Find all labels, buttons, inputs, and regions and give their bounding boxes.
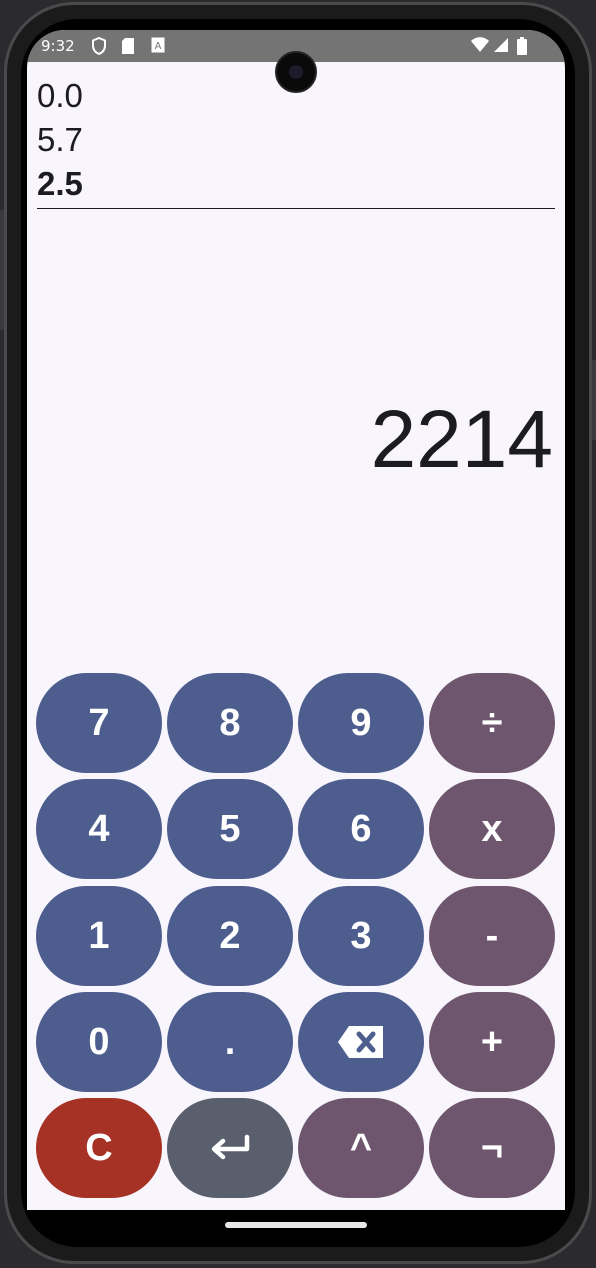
key-4[interactable]: 4 xyxy=(36,779,162,879)
signal-icon xyxy=(493,37,509,57)
key-2[interactable]: 2 xyxy=(167,886,293,986)
key-3[interactable]: 3 xyxy=(298,886,424,986)
key-1[interactable]: 1 xyxy=(36,886,162,986)
svg-text:A: A xyxy=(155,41,162,52)
shield-icon xyxy=(91,36,107,59)
divider xyxy=(37,208,555,209)
key-power[interactable]: ^ xyxy=(298,1098,424,1198)
key-0[interactable]: 0 xyxy=(36,992,162,1092)
key-decimal[interactable]: . xyxy=(167,992,293,1092)
key-6[interactable]: 6 xyxy=(298,779,424,879)
home-indicator[interactable] xyxy=(225,1222,367,1228)
key-clear[interactable]: C xyxy=(36,1098,162,1198)
app-screen: 9:32 A 0.0 5.7 2.5 2214 7 8 9 ÷ 4 5 6 x … xyxy=(27,30,565,1210)
sd-card-icon xyxy=(121,37,135,59)
history-line: 0.0 xyxy=(37,77,83,114)
status-time: 9:32 xyxy=(41,37,75,55)
result-display: 2214 xyxy=(370,394,553,485)
wifi-icon xyxy=(471,37,489,57)
key-subtract[interactable]: - xyxy=(429,886,555,986)
key-5[interactable]: 5 xyxy=(167,779,293,879)
key-7[interactable]: 7 xyxy=(36,673,162,773)
keyboard-a-icon: A xyxy=(151,37,165,57)
calculation-history: 0.0 5.7 2.5 xyxy=(37,74,557,206)
key-enter[interactable] xyxy=(167,1098,293,1198)
battery-icon xyxy=(517,37,527,59)
volume-button xyxy=(0,210,4,330)
key-9[interactable]: 9 xyxy=(298,673,424,773)
enter-icon xyxy=(211,1134,250,1160)
key-8[interactable]: 8 xyxy=(167,673,293,773)
power-button xyxy=(592,360,596,440)
key-multiply[interactable]: x xyxy=(429,779,555,879)
key-add[interactable]: + xyxy=(429,992,555,1092)
backspace-icon xyxy=(338,1026,383,1058)
key-not[interactable]: ¬ xyxy=(429,1098,555,1198)
key-backspace[interactable] xyxy=(298,992,424,1092)
history-line: 5.7 xyxy=(37,121,83,158)
key-divide[interactable]: ÷ xyxy=(429,673,555,773)
current-input: 2.5 xyxy=(37,165,83,202)
